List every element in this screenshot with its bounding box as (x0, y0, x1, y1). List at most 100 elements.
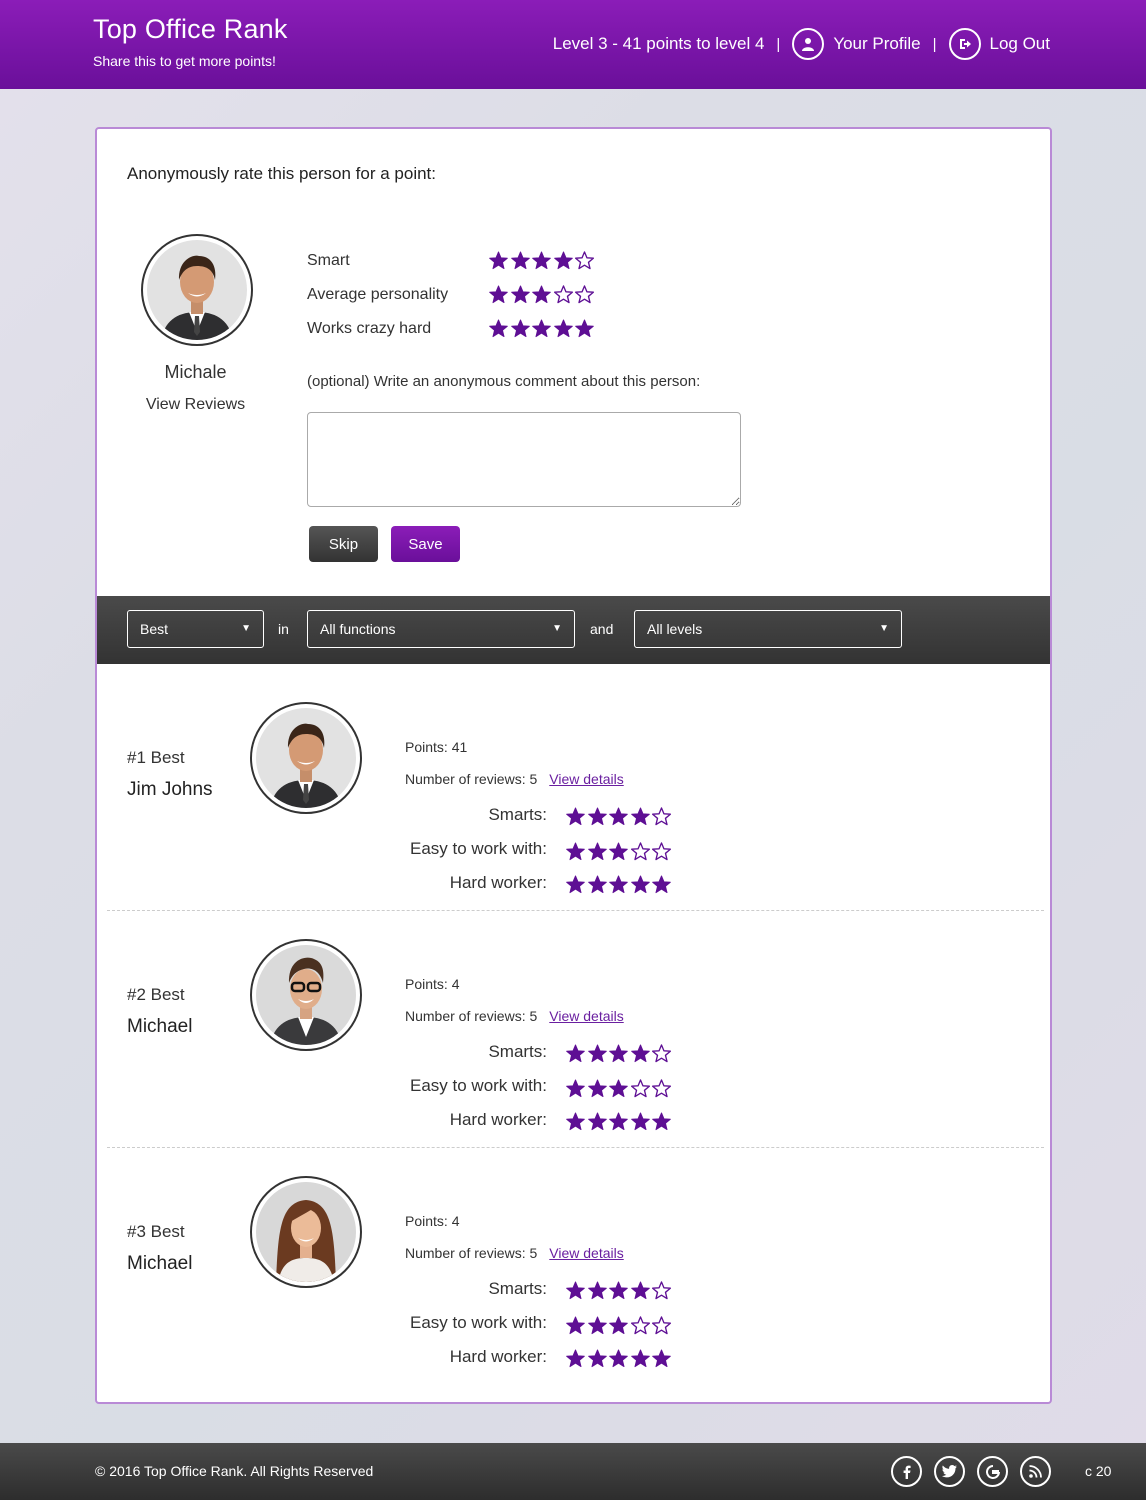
metric-label: Smarts: (488, 1279, 547, 1298)
star-filled-icon (630, 1044, 653, 1064)
your-profile-link[interactable]: Your Profile (792, 28, 921, 60)
star-filled-icon[interactable] (532, 285, 554, 305)
star-filled-icon (630, 807, 653, 827)
reviews-line: Number of reviews: 5 View details (405, 1245, 624, 1261)
star-empty-icon[interactable] (575, 251, 597, 271)
star-filled-icon[interactable] (510, 285, 533, 305)
star-filled-icon[interactable] (489, 319, 511, 339)
star-empty-icon (652, 1044, 674, 1064)
star-filled-icon (609, 807, 631, 827)
google-icon[interactable] (977, 1456, 1008, 1487)
star-rating-input[interactable] (489, 251, 597, 271)
star-filled-icon (587, 875, 610, 895)
reviews-line: Number of reviews: 5 View details (405, 1008, 624, 1024)
metric-label: Hard worker: (449, 1347, 547, 1366)
star-filled-icon (652, 1112, 674, 1132)
star-filled-icon[interactable] (489, 251, 511, 271)
reviews-line: Number of reviews: 5 View details (405, 771, 624, 787)
star-filled-icon (630, 1281, 653, 1301)
person-photo (256, 708, 356, 808)
star-filled-icon (630, 1112, 653, 1132)
comment-textarea[interactable] (307, 412, 741, 507)
star-filled-icon[interactable] (575, 319, 597, 339)
star-empty-icon (652, 1281, 674, 1301)
star-rating-input[interactable] (489, 319, 597, 339)
star-empty-icon (630, 1079, 653, 1099)
save-button[interactable]: Save (391, 526, 460, 562)
filter-word-and: and (590, 621, 614, 637)
sort-select[interactable]: Best ▼ (127, 610, 264, 648)
star-filled-icon (609, 1316, 631, 1336)
star-filled-icon[interactable] (510, 319, 533, 339)
your-profile-label: Your Profile (833, 34, 921, 53)
star-rating (566, 1044, 674, 1064)
ranking-item: #1 Best Jim Johns Points: 41 Number of r… (97, 674, 1050, 911)
star-filled-icon[interactable] (532, 251, 554, 271)
star-empty-icon (630, 1316, 653, 1336)
star-filled-icon[interactable] (532, 319, 554, 339)
function-select[interactable]: All functions ▼ (307, 610, 575, 648)
twitter-icon[interactable] (934, 1456, 965, 1487)
brand-title[interactable]: Top Office Rank (93, 14, 288, 45)
star-filled-icon (609, 842, 631, 862)
star-empty-icon[interactable] (553, 285, 576, 305)
filter-bar: Best ▼ in All functions ▼ and All levels… (97, 596, 1050, 664)
view-details-link[interactable]: View details (549, 1008, 623, 1024)
star-filled-icon[interactable] (510, 251, 533, 271)
header: Top Office Rank Share this to get more p… (0, 0, 1146, 89)
logout-link[interactable]: Log Out (948, 28, 1051, 60)
points-text: Points: 4 (405, 976, 460, 992)
star-rating (566, 875, 674, 895)
user-icon (792, 28, 825, 60)
star-filled-icon (566, 1316, 588, 1336)
criterion-label: Average personality (307, 286, 449, 303)
star-filled-icon[interactable] (489, 285, 511, 305)
view-reviews-link[interactable]: View Reviews (127, 396, 264, 414)
person-photo (147, 240, 247, 340)
star-filled-icon (566, 1044, 588, 1064)
star-filled-icon (587, 842, 610, 862)
facebook-icon[interactable] (891, 1456, 922, 1487)
view-details-link[interactable]: View details (549, 1245, 623, 1261)
rank-number: #2 Best (127, 985, 185, 1004)
person-photo (256, 1182, 356, 1282)
star-filled-icon (587, 1349, 610, 1369)
star-filled-icon (566, 1079, 588, 1099)
metric-label: Easy to work with: (410, 1076, 547, 1095)
function-select-value: All functions (320, 621, 396, 637)
star-filled-icon[interactable] (553, 319, 576, 339)
star-empty-icon (652, 1316, 674, 1336)
star-empty-icon[interactable] (575, 285, 597, 305)
avatar (250, 939, 362, 1051)
criterion-row: Average personality (307, 283, 597, 307)
star-rating (566, 1316, 674, 1336)
view-details-link[interactable]: View details (549, 771, 623, 787)
star-rating (566, 1112, 674, 1132)
reviews-count: Number of reviews: 5 (405, 1008, 538, 1024)
star-rating (566, 1281, 674, 1301)
rate-heading: Anonymously rate this person for a point… (127, 164, 436, 183)
reviews-count: Number of reviews: 5 (405, 1245, 538, 1261)
points-text: Points: 41 (405, 739, 468, 755)
star-rating-input[interactable] (489, 285, 597, 305)
rss-icon[interactable] (1020, 1456, 1051, 1487)
level-select[interactable]: All levels ▼ (634, 610, 902, 648)
star-filled-icon (652, 1349, 674, 1369)
reviews-count: Number of reviews: 5 (405, 771, 538, 787)
metric-label: Smarts: (488, 805, 547, 824)
person-photo (256, 945, 356, 1045)
star-filled-icon[interactable] (553, 251, 576, 271)
logout-label: Log Out (989, 34, 1051, 53)
avatar (250, 702, 362, 814)
star-empty-icon (652, 1079, 674, 1099)
star-filled-icon (587, 1316, 610, 1336)
skip-button[interactable]: Skip (309, 526, 378, 562)
star-empty-icon (630, 842, 653, 862)
criterion-label: Works crazy hard (307, 320, 432, 337)
level-select-value: All levels (647, 621, 703, 637)
points-text: Points: 4 (405, 1213, 460, 1229)
star-filled-icon (609, 1044, 631, 1064)
counter-text: c 20 (1085, 1463, 1112, 1479)
star-filled-icon (652, 875, 674, 895)
star-filled-icon (609, 1079, 631, 1099)
